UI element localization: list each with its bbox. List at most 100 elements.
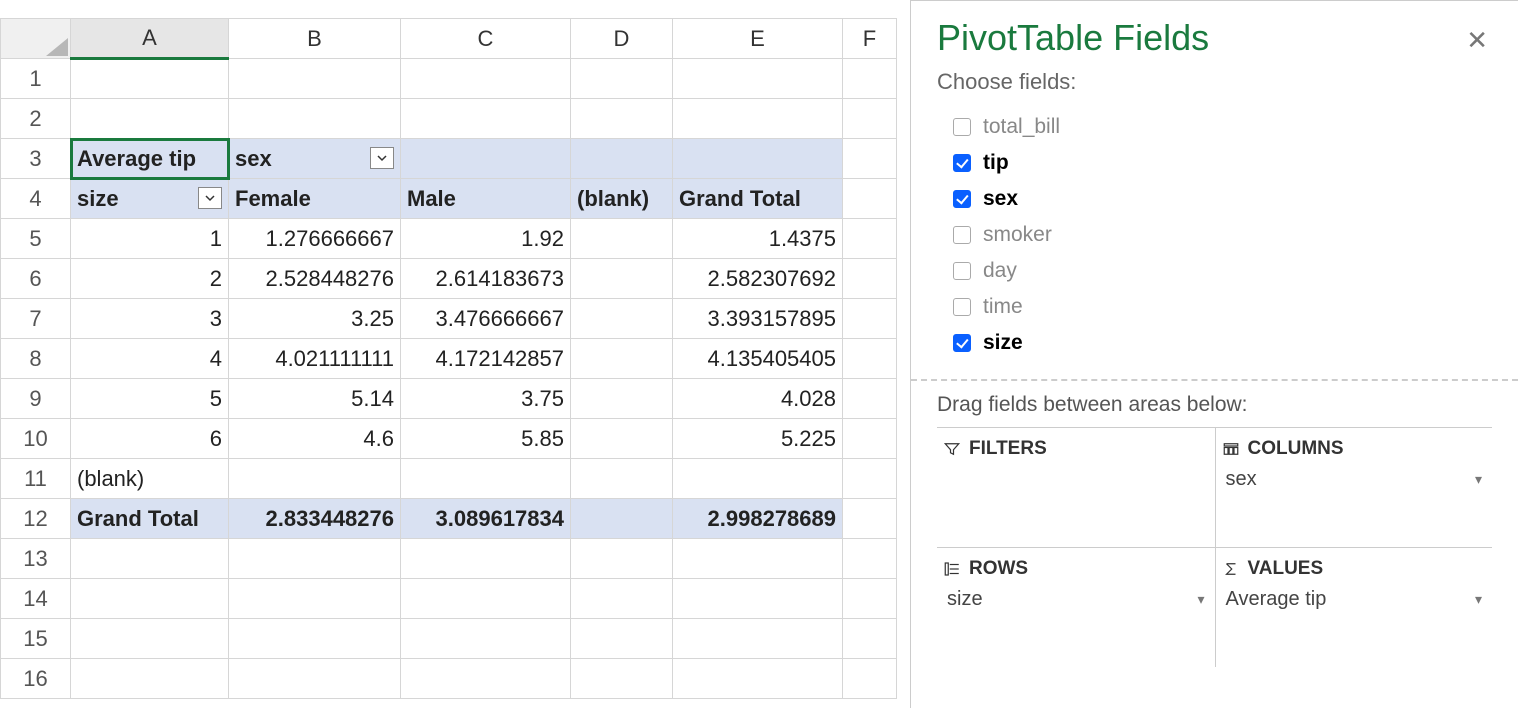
cell-F6[interactable]: [843, 259, 897, 299]
chevron-down-icon[interactable]: ▾: [1197, 591, 1204, 608]
cell-A15[interactable]: [71, 619, 229, 659]
checkbox-icon[interactable]: [953, 334, 971, 352]
cell-D2[interactable]: [571, 99, 673, 139]
cell-B10[interactable]: 4.6: [229, 419, 401, 459]
cell-D13[interactable]: [571, 539, 673, 579]
checkbox-icon[interactable]: [953, 298, 971, 316]
cell-B1[interactable]: [229, 59, 401, 99]
cell-A16[interactable]: [71, 659, 229, 699]
cell-E2[interactable]: [673, 99, 843, 139]
cell-E10[interactable]: 5.225: [673, 419, 843, 459]
cell-E12[interactable]: 2.998278689: [673, 499, 843, 539]
cell-B7[interactable]: 3.25: [229, 299, 401, 339]
cell-A8[interactable]: 4: [71, 339, 229, 379]
col-header-D[interactable]: D: [571, 19, 673, 59]
cell-E3[interactable]: [673, 139, 843, 179]
row-header-11[interactable]: 11: [1, 459, 71, 499]
cell-C5[interactable]: 1.92: [401, 219, 571, 259]
cell-A11[interactable]: (blank): [71, 459, 229, 499]
cell-A3[interactable]: Average tip: [71, 139, 229, 179]
area-item-columns-sex[interactable]: sex▾: [1222, 466, 1487, 493]
row-header-16[interactable]: 16: [1, 659, 71, 699]
cell-F8[interactable]: [843, 339, 897, 379]
cell-A5[interactable]: 1: [71, 219, 229, 259]
checkbox-icon[interactable]: [953, 226, 971, 244]
area-rows[interactable]: ROWS size▾: [937, 547, 1215, 667]
cell-A4[interactable]: size: [71, 179, 229, 219]
cell-D12[interactable]: [571, 499, 673, 539]
cell-A7[interactable]: 3: [71, 299, 229, 339]
cell-F7[interactable]: [843, 299, 897, 339]
cell-E6[interactable]: 2.582307692: [673, 259, 843, 299]
cell-A2[interactable]: [71, 99, 229, 139]
col-header-C[interactable]: C: [401, 19, 571, 59]
cell-A10[interactable]: 6: [71, 419, 229, 459]
col-header-B[interactable]: B: [229, 19, 401, 59]
field-day[interactable]: day: [953, 253, 1492, 289]
dropdown-icon[interactable]: [370, 147, 394, 169]
cell-B6[interactable]: 2.528448276: [229, 259, 401, 299]
cell-D3[interactable]: [571, 139, 673, 179]
field-sex[interactable]: sex: [953, 181, 1492, 217]
cell-C16[interactable]: [401, 659, 571, 699]
checkbox-icon[interactable]: [953, 118, 971, 136]
cell-D15[interactable]: [571, 619, 673, 659]
row-header-5[interactable]: 5: [1, 219, 71, 259]
cell-D8[interactable]: [571, 339, 673, 379]
cell-F4[interactable]: [843, 179, 897, 219]
cell-F14[interactable]: [843, 579, 897, 619]
cell-C12[interactable]: 3.089617834: [401, 499, 571, 539]
cell-C14[interactable]: [401, 579, 571, 619]
cell-D7[interactable]: [571, 299, 673, 339]
cell-A9[interactable]: 5: [71, 379, 229, 419]
cell-F5[interactable]: [843, 219, 897, 259]
cell-B4[interactable]: Female: [229, 179, 401, 219]
cell-C7[interactable]: 3.476666667: [401, 299, 571, 339]
cell-F2[interactable]: [843, 99, 897, 139]
cell-C8[interactable]: 4.172142857: [401, 339, 571, 379]
cell-E7[interactable]: 3.393157895: [673, 299, 843, 339]
cell-E13[interactable]: [673, 539, 843, 579]
row-header-15[interactable]: 15: [1, 619, 71, 659]
cell-F3[interactable]: [843, 139, 897, 179]
cell-B14[interactable]: [229, 579, 401, 619]
checkbox-icon[interactable]: [953, 154, 971, 172]
cell-E11[interactable]: [673, 459, 843, 499]
col-header-E[interactable]: E: [673, 19, 843, 59]
cell-D10[interactable]: [571, 419, 673, 459]
cell-A14[interactable]: [71, 579, 229, 619]
cell-E5[interactable]: 1.4375: [673, 219, 843, 259]
cell-F12[interactable]: [843, 499, 897, 539]
cell-B15[interactable]: [229, 619, 401, 659]
cell-C11[interactable]: [401, 459, 571, 499]
field-time[interactable]: time: [953, 289, 1492, 325]
cell-C2[interactable]: [401, 99, 571, 139]
row-header-6[interactable]: 6: [1, 259, 71, 299]
row-header-14[interactable]: 14: [1, 579, 71, 619]
field-total_bill[interactable]: total_bill: [953, 109, 1492, 145]
cell-B13[interactable]: [229, 539, 401, 579]
cell-C1[interactable]: [401, 59, 571, 99]
cell-E1[interactable]: [673, 59, 843, 99]
field-size[interactable]: size: [953, 325, 1492, 361]
cell-D1[interactable]: [571, 59, 673, 99]
cell-F11[interactable]: [843, 459, 897, 499]
area-values[interactable]: VALUES Average tip▾: [1215, 547, 1493, 667]
cell-D14[interactable]: [571, 579, 673, 619]
row-header-12[interactable]: 12: [1, 499, 71, 539]
chevron-down-icon[interactable]: ▾: [1475, 471, 1482, 488]
row-header-13[interactable]: 13: [1, 539, 71, 579]
checkbox-icon[interactable]: [953, 262, 971, 280]
row-header-7[interactable]: 7: [1, 299, 71, 339]
dropdown-icon[interactable]: [198, 187, 222, 209]
field-tip[interactable]: tip: [953, 145, 1492, 181]
cell-B5[interactable]: 1.276666667: [229, 219, 401, 259]
row-header-3[interactable]: 3: [1, 139, 71, 179]
grid[interactable]: A B C D E F 123Average tipsex4sizeFemale…: [0, 18, 897, 699]
area-columns[interactable]: COLUMNS sex▾: [1215, 427, 1493, 547]
cell-A1[interactable]: [71, 59, 229, 99]
area-filters[interactable]: FILTERS: [937, 427, 1215, 547]
row-header-4[interactable]: 4: [1, 179, 71, 219]
cell-D9[interactable]: [571, 379, 673, 419]
select-all-corner[interactable]: [1, 19, 71, 59]
